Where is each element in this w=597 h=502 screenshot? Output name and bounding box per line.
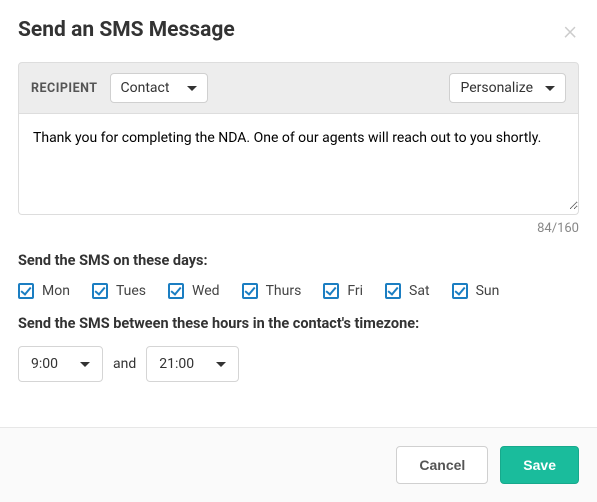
recipient-left: RECIPIENT Contact (31, 73, 208, 103)
checkbox-icon (242, 283, 258, 299)
day-label: Mon (42, 283, 70, 299)
personalize-label: Personalize (460, 80, 533, 96)
day-wed[interactable]: Wed (168, 283, 220, 299)
days-section-label: Send the SMS on these days: (18, 252, 579, 269)
day-sat[interactable]: Sat (385, 283, 430, 299)
message-textarea[interactable] (19, 114, 578, 210)
modal-title: Send an SMS Message (18, 18, 235, 42)
day-thurs[interactable]: Thurs (242, 283, 302, 299)
char-count: 84/160 (18, 221, 579, 236)
chevron-down-icon (187, 86, 197, 91)
hour-from-value: 9:00 (31, 356, 58, 372)
checkbox-icon (452, 283, 468, 299)
hour-to-select[interactable]: 21:00 (146, 346, 239, 382)
day-label: Thurs (266, 283, 302, 299)
hours-row: 9:00 and 21:00 (18, 346, 579, 382)
days-row: Mon Tues Wed Thurs Fri Sat (18, 283, 579, 299)
recipient-value: Contact (121, 80, 170, 96)
day-label: Fri (347, 283, 363, 299)
hours-section-label: Send the SMS between these hours in the … (18, 315, 579, 332)
day-fri[interactable]: Fri (323, 283, 363, 299)
chevron-down-icon (80, 362, 90, 367)
chevron-down-icon (216, 362, 226, 367)
day-label: Tues (116, 283, 146, 299)
personalize-select[interactable]: Personalize (449, 73, 566, 103)
chevron-down-icon (545, 86, 555, 91)
recipient-select[interactable]: Contact (110, 73, 209, 103)
recipient-label: RECIPIENT (31, 81, 98, 96)
day-tues[interactable]: Tues (92, 283, 146, 299)
day-sun[interactable]: Sun (452, 283, 500, 299)
save-button[interactable]: Save (500, 446, 579, 484)
modal-footer: Cancel Save (0, 427, 597, 502)
checkbox-icon (18, 283, 34, 299)
checkbox-icon (92, 283, 108, 299)
day-label: Wed (192, 283, 220, 299)
hours-connector: and (113, 356, 136, 372)
checkbox-icon (385, 283, 401, 299)
hour-from-select[interactable]: 9:00 (18, 346, 103, 382)
modal-body: RECIPIENT Contact Personalize 84/160 Sen… (0, 44, 597, 427)
day-mon[interactable]: Mon (18, 283, 70, 299)
checkbox-icon (323, 283, 339, 299)
cancel-button[interactable]: Cancel (396, 446, 488, 484)
message-textarea-wrap (18, 114, 579, 215)
day-label: Sat (409, 283, 430, 299)
checkbox-icon (168, 283, 184, 299)
sms-modal: Send an SMS Message × RECIPIENT Contact … (0, 0, 597, 502)
close-icon[interactable]: × (561, 18, 579, 44)
hour-to-value: 21:00 (159, 356, 194, 372)
day-label: Sun (476, 283, 500, 299)
modal-header: Send an SMS Message × (0, 0, 597, 44)
recipient-bar: RECIPIENT Contact Personalize (18, 62, 579, 114)
